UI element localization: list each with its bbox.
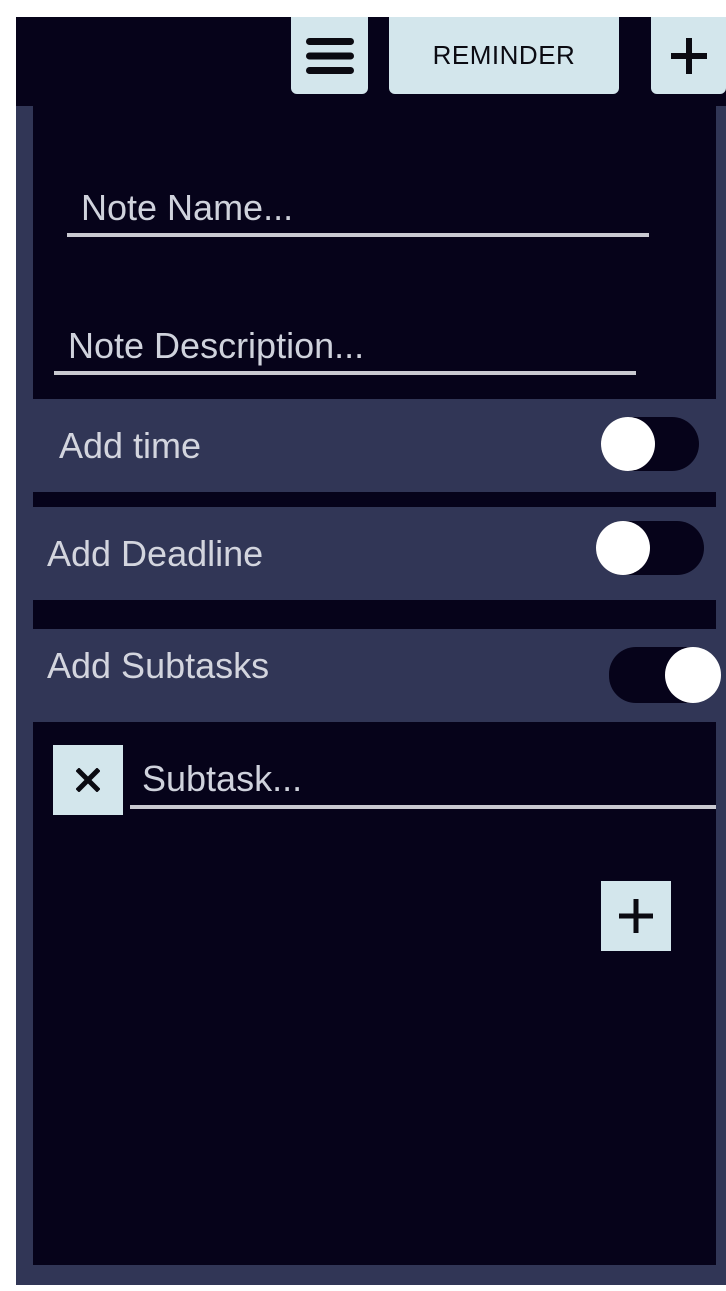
add-subtasks-toggle[interactable]	[609, 647, 721, 703]
note-name-input[interactable]	[67, 182, 649, 237]
add-note-button[interactable]	[651, 17, 726, 94]
add-subtasks-label: Add Subtasks	[47, 645, 270, 686]
menu-button[interactable]	[291, 17, 368, 94]
subtask-input[interactable]	[130, 752, 716, 809]
remove-subtask-button[interactable]	[53, 745, 123, 815]
toggle-knob	[596, 521, 650, 575]
toggle-knob	[665, 647, 721, 703]
plus-icon	[670, 37, 707, 74]
add-time-toggle[interactable]	[601, 417, 699, 471]
subtasks-panel	[33, 722, 716, 1265]
reminder-button[interactable]: REMINDER	[389, 17, 619, 94]
divider	[33, 492, 716, 507]
add-deadline-label: Add Deadline	[47, 533, 264, 574]
top-bar: REMINDER	[16, 17, 726, 106]
toggle-knob	[601, 417, 655, 471]
plus-icon	[619, 899, 653, 933]
add-subtask-button[interactable]	[601, 881, 671, 951]
close-icon	[76, 768, 100, 792]
add-time-label: Add time	[59, 425, 202, 466]
hamburger-menu-icon	[305, 37, 354, 74]
add-deadline-toggle[interactable]	[596, 521, 704, 575]
note-details-card	[33, 106, 716, 399]
note-description-input[interactable]	[54, 320, 636, 375]
divider	[33, 600, 716, 629]
note-editor-screen: REMINDER Add time Add Deadline Add Subta…	[16, 17, 726, 1285]
